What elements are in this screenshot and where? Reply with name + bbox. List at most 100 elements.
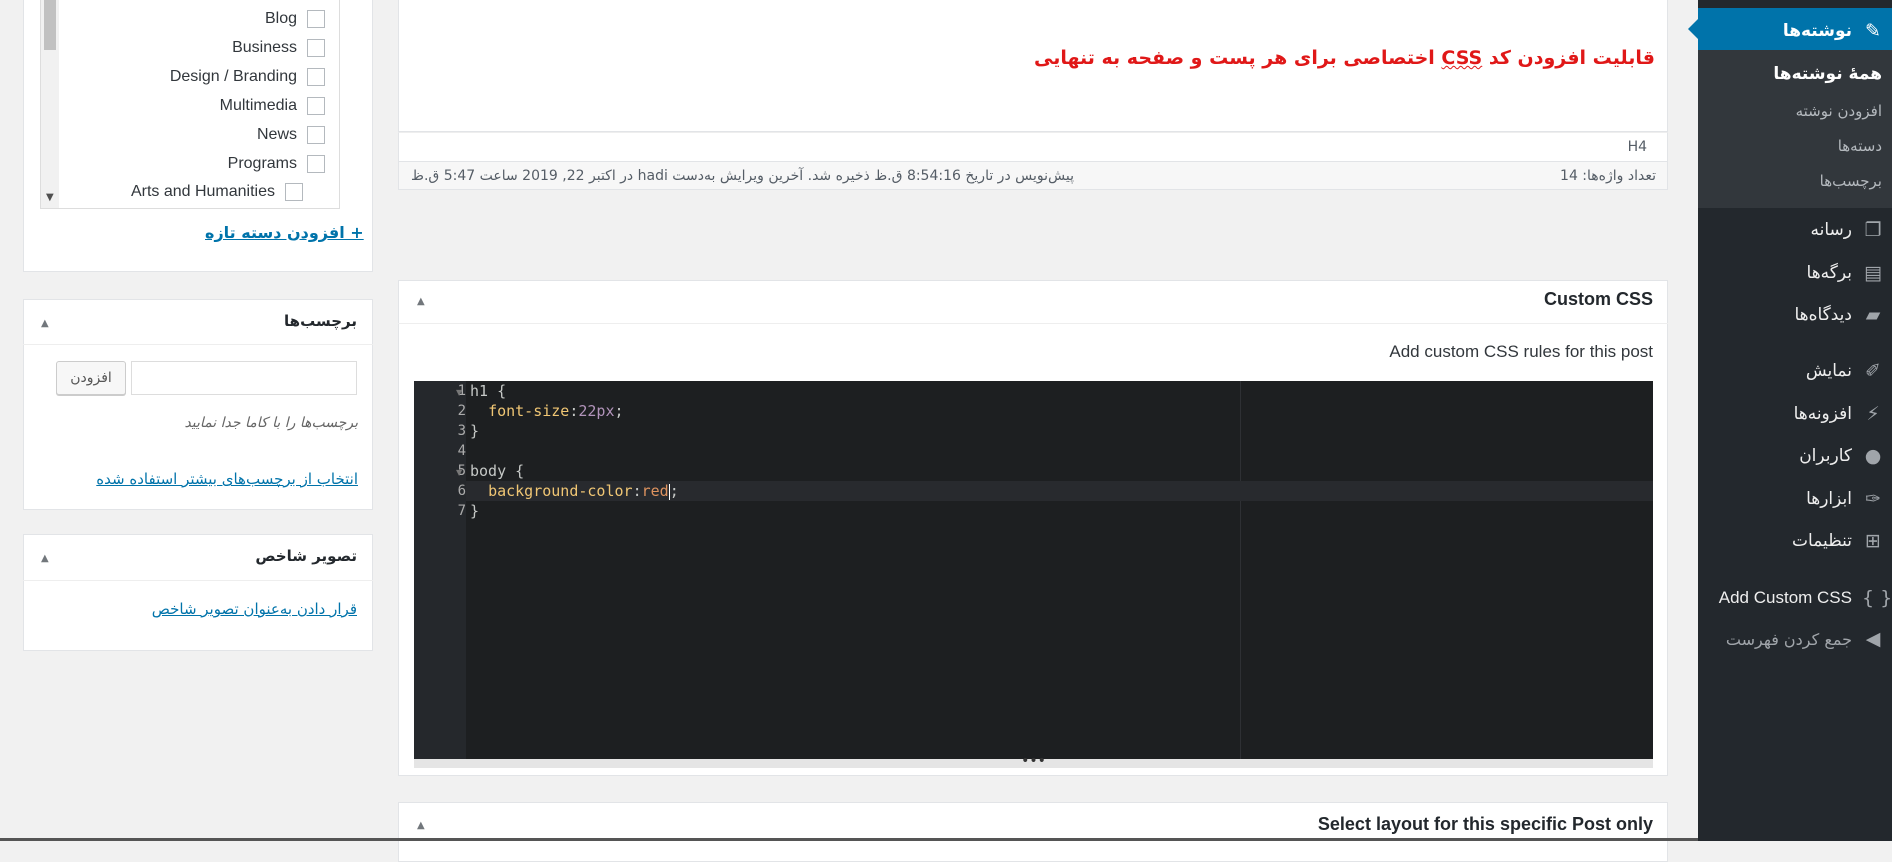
submenu-add-post[interactable]: افزودن نوشته [1796, 102, 1882, 120]
category-item[interactable]: Programs [228, 155, 325, 173]
category-item[interactable]: Blog [265, 10, 325, 28]
choose-popular-tags-link[interactable]: انتخاب از برچسب‌های بیشتر استفاده شده [96, 470, 358, 488]
line-number: 7 [457, 503, 466, 519]
menu-label: برگه‌ها [1806, 263, 1852, 283]
line-number-gutter: 1 2 3 4 5 6 7 ▼ ▼ [414, 381, 466, 759]
category-label: Design / Branding [169, 68, 297, 85]
braces-icon: { } [1862, 587, 1892, 609]
editor-resize-handle[interactable]: ••• [414, 754, 1653, 768]
settings-icon: ⊞ [1865, 530, 1881, 552]
category-item[interactable]: Design / Branding [170, 68, 325, 86]
menu-label: رسانه [1810, 220, 1852, 240]
code-line: } [470, 502, 480, 520]
line-number: 4 [457, 443, 466, 459]
editor-path-bar [398, 132, 1668, 162]
toggle-arrow-icon[interactable]: ▲ [417, 820, 425, 831]
menu-item-tools[interactable]: ✑ ابزارها [1806, 488, 1884, 510]
menu-item-pages[interactable]: ▤ برگه‌ها [1807, 262, 1884, 284]
category-label: Arts and Humanities [130, 183, 275, 200]
scrollbar-thumb[interactable] [44, 0, 56, 50]
editor-element-path: H4 [1627, 139, 1647, 155]
menu-item-posts[interactable]: ✎ نوشته‌ها [1688, 8, 1892, 50]
submenu-tags[interactable]: برچسب‌ها [1820, 172, 1882, 190]
code-line: h1 { [470, 382, 507, 400]
submenu-categories[interactable]: دسته‌ها [1838, 137, 1882, 155]
layout-box-title: Select layout for this specific Post onl… [1317, 814, 1653, 834]
category-item[interactable]: Business [232, 39, 325, 57]
text-cursor [668, 483, 670, 500]
divider [23, 344, 373, 345]
editor-heading[interactable]: قابلیت افزودن کد CSS اختصاصی برای هر پست… [1034, 47, 1655, 69]
menu-item-appearance[interactable]: ✐ نمایش [1806, 360, 1884, 382]
menu-label: نمایش [1805, 361, 1852, 381]
menu-label: ابزارها [1806, 489, 1852, 509]
collapse-menu-button[interactable]: ◀ جمع کردن فهرست [1726, 628, 1884, 650]
user-icon: ● [1864, 445, 1882, 467]
menu-item-users[interactable]: ● کاربران [1799, 445, 1884, 467]
code-line: font-size:22px; [488, 402, 624, 420]
last-edited: پیش‌نویس در تاریخ 8:54:16 ق.ظ ذخیره شد. … [411, 168, 1074, 184]
menu-label: کاربران [1799, 446, 1852, 466]
menu-label: دیدگاه‌ها [1794, 305, 1852, 325]
category-item[interactable]: Arts and Humanities [131, 183, 303, 201]
css-code-editor[interactable]: 1 2 3 4 5 6 7 ▼ ▼ h1 { font-size:22px; }… [414, 381, 1653, 759]
tags-hint: برچسب‌ها را با کاما جدا نمایید [184, 415, 358, 431]
custom-css-title: Custom CSS [1543, 289, 1653, 309]
category-item[interactable]: News [257, 126, 325, 144]
category-checkbox[interactable] [307, 126, 325, 144]
code-value: red [641, 482, 669, 500]
add-new-category-link[interactable]: + افزودن دسته تازه [205, 223, 364, 242]
plugin-icon: ⚡ [1866, 403, 1880, 425]
scroll-down-arrow-icon[interactable]: ▼ [46, 192, 54, 203]
collapse-arrow-icon: ◀ [1865, 628, 1881, 650]
menu-label: نوشته‌ها [1782, 21, 1852, 41]
line-number: 3 [457, 423, 466, 439]
print-margin [1240, 381, 1241, 759]
menu-item-posts-row: ✎ نوشته‌ها [1783, 20, 1884, 42]
comment-icon: ▰ [1865, 304, 1881, 326]
posts-submenu: همهٔ نوشته‌ها افزودن نوشته دسته‌ها برچسب… [1698, 50, 1892, 208]
menu-item-plugins[interactable]: ⚡ افزونه‌ها [1794, 403, 1884, 425]
category-checkbox[interactable] [307, 68, 325, 86]
category-checkbox[interactable] [307, 97, 325, 115]
category-label: Multimedia [219, 97, 297, 114]
line-number: 6 [457, 483, 466, 499]
code-property: background-color [488, 482, 633, 500]
pin-icon: ✎ [1865, 20, 1881, 42]
custom-css-description: Add custom CSS rules for this post [1389, 342, 1653, 361]
brush-icon: ✐ [1865, 360, 1881, 382]
code-line: body { [470, 462, 525, 480]
toggle-arrow-icon[interactable]: ▲ [417, 296, 425, 307]
menu-label: Add Custom CSS [1718, 588, 1852, 607]
tags-input[interactable] [131, 361, 357, 395]
menu-item-comments[interactable]: ▰ دیدگاه‌ها [1794, 304, 1884, 326]
tags-title: برچسب‌ها [284, 312, 357, 330]
categories-list[interactable]: ▼ Blog Business Design / Branding Multim… [40, 0, 340, 209]
divider [398, 323, 1668, 324]
pages-icon: ▤ [1864, 262, 1882, 284]
fold-arrow-icon[interactable]: ▼ [456, 468, 462, 477]
toggle-arrow-icon[interactable]: ▲ [41, 318, 49, 329]
code-line: } [470, 422, 480, 440]
set-featured-image-link[interactable]: قرار دادن به‌عنوان تصویر شاخص [152, 600, 357, 618]
fold-arrow-icon[interactable]: ▼ [456, 388, 462, 397]
menu-label: جمع کردن فهرست [1725, 629, 1852, 649]
menu-item-settings[interactable]: ⊞ تنظیمات [1792, 530, 1884, 552]
code-line: background-color:red; [488, 482, 679, 500]
category-item[interactable]: Multimedia [220, 97, 325, 115]
menu-item-media[interactable]: ❐ رسانه [1811, 219, 1884, 241]
category-checkbox[interactable] [307, 10, 325, 28]
add-tag-button[interactable]: افزودن [56, 361, 126, 395]
featured-image-title: تصویر شاخص [255, 547, 357, 565]
category-checkbox[interactable] [285, 183, 303, 201]
category-label: Programs [227, 155, 297, 172]
category-checkbox[interactable] [307, 155, 325, 173]
code-property: font-size [488, 402, 570, 420]
submenu-all-posts[interactable]: همهٔ نوشته‌ها [1773, 64, 1882, 84]
category-checkbox[interactable] [307, 39, 325, 57]
toggle-arrow-icon[interactable]: ▲ [41, 553, 49, 564]
line-number: 2 [457, 403, 466, 419]
menu-item-add-custom-css[interactable]: Add Custom CSS { } [1718, 587, 1892, 609]
categories-scrollbar[interactable]: ▼ [41, 0, 59, 208]
code-value: 22px [578, 402, 615, 420]
